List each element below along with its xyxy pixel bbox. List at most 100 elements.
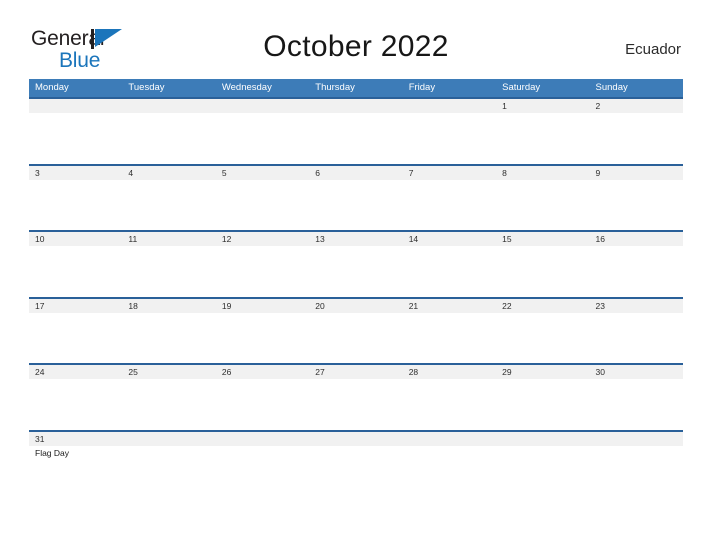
- day-number[interactable]: [216, 432, 309, 446]
- day-number[interactable]: [403, 99, 496, 113]
- day-cell[interactable]: [309, 180, 402, 230]
- day-cell[interactable]: [122, 379, 215, 429]
- day-cell[interactable]: [403, 446, 496, 496]
- day-number[interactable]: 9: [590, 166, 683, 180]
- day-number[interactable]: 31: [29, 432, 122, 446]
- day-cell[interactable]: [29, 180, 122, 230]
- day-cell[interactable]: [122, 180, 215, 230]
- day-of-week-header-row: Monday Tuesday Wednesday Thursday Friday…: [29, 79, 683, 97]
- week-date-strip: 1 2: [29, 99, 683, 113]
- day-cell[interactable]: [496, 246, 589, 296]
- day-cell[interactable]: [29, 246, 122, 296]
- day-number[interactable]: [309, 432, 402, 446]
- day-cell[interactable]: [590, 313, 683, 363]
- day-number[interactable]: 4: [122, 166, 215, 180]
- day-number[interactable]: 1: [496, 99, 589, 113]
- day-cell[interactable]: [29, 379, 122, 429]
- day-number[interactable]: [122, 432, 215, 446]
- day-number[interactable]: [29, 99, 122, 113]
- day-cell[interactable]: [496, 180, 589, 230]
- day-number[interactable]: 25: [122, 365, 215, 379]
- day-cell[interactable]: [122, 246, 215, 296]
- day-cell[interactable]: [590, 379, 683, 429]
- day-number[interactable]: 5: [216, 166, 309, 180]
- day-cell[interactable]: [29, 113, 122, 163]
- week-event-row: [29, 113, 683, 163]
- day-cell[interactable]: [216, 246, 309, 296]
- day-cell[interactable]: [403, 180, 496, 230]
- day-header-monday: Monday: [35, 82, 69, 93]
- week-date-strip: 17 18 19 20 21 22 23: [29, 298, 683, 313]
- day-cell[interactable]: [403, 313, 496, 363]
- day-number[interactable]: 11: [122, 232, 215, 246]
- day-number[interactable]: 10: [29, 232, 122, 246]
- day-cell[interactable]: [216, 180, 309, 230]
- calendar-week-row: 24 25 26 27 28 29 30: [29, 363, 683, 430]
- day-cell[interactable]: [403, 113, 496, 163]
- day-number[interactable]: 14: [403, 232, 496, 246]
- day-cell[interactable]: [309, 113, 402, 163]
- day-number[interactable]: 27: [309, 365, 402, 379]
- day-number[interactable]: 28: [403, 365, 496, 379]
- calendar-grid: Monday Tuesday Wednesday Thursday Friday…: [29, 79, 683, 496]
- day-number[interactable]: 22: [496, 299, 589, 313]
- day-cell[interactable]: [122, 113, 215, 163]
- week-event-row: [29, 246, 683, 296]
- day-number[interactable]: 24: [29, 365, 122, 379]
- day-number[interactable]: 3: [29, 166, 122, 180]
- day-cell[interactable]: [496, 446, 589, 496]
- week-event-row: [29, 379, 683, 429]
- day-cell[interactable]: [496, 313, 589, 363]
- day-number[interactable]: [216, 99, 309, 113]
- day-cell[interactable]: [216, 446, 309, 496]
- day-number[interactable]: 19: [216, 299, 309, 313]
- day-number[interactable]: 13: [309, 232, 402, 246]
- day-cell[interactable]: [122, 446, 215, 496]
- day-number[interactable]: 20: [309, 299, 402, 313]
- day-cell[interactable]: [216, 313, 309, 363]
- calendar-week-row: 31 Flag Day: [29, 429, 683, 496]
- day-cell[interactable]: [309, 379, 402, 429]
- day-number[interactable]: 23: [590, 299, 683, 313]
- day-cell[interactable]: Flag Day: [29, 446, 122, 496]
- day-cell[interactable]: [403, 246, 496, 296]
- day-cell[interactable]: [496, 379, 589, 429]
- day-number[interactable]: 8: [496, 166, 589, 180]
- event-label: Flag Day: [35, 447, 70, 458]
- day-cell[interactable]: [496, 113, 589, 163]
- day-number[interactable]: 18: [122, 299, 215, 313]
- day-number[interactable]: [309, 99, 402, 113]
- day-cell[interactable]: [122, 313, 215, 363]
- day-cell[interactable]: [216, 113, 309, 163]
- day-number[interactable]: 16: [590, 232, 683, 246]
- day-cell[interactable]: [590, 113, 683, 163]
- day-number[interactable]: 12: [216, 232, 309, 246]
- day-number[interactable]: 7: [403, 166, 496, 180]
- day-cell[interactable]: [590, 446, 683, 496]
- day-cell[interactable]: [29, 313, 122, 363]
- day-header-sunday: Sunday: [595, 82, 628, 93]
- day-cell[interactable]: [309, 313, 402, 363]
- day-number[interactable]: [496, 432, 589, 446]
- week-date-strip: 31: [29, 431, 683, 446]
- day-number[interactable]: [403, 432, 496, 446]
- day-cell[interactable]: [590, 180, 683, 230]
- day-number[interactable]: [590, 432, 683, 446]
- day-number[interactable]: 30: [590, 365, 683, 379]
- day-header-thursday: Thursday: [315, 82, 355, 93]
- day-header-friday: Friday: [408, 82, 436, 93]
- week-date-strip: 3 4 5 6 7 8 9: [29, 165, 683, 180]
- day-number[interactable]: 6: [309, 166, 402, 180]
- day-number[interactable]: 26: [216, 365, 309, 379]
- day-cell[interactable]: [216, 379, 309, 429]
- day-cell[interactable]: [403, 379, 496, 429]
- day-cell[interactable]: [309, 246, 402, 296]
- day-number[interactable]: 29: [496, 365, 589, 379]
- day-number[interactable]: 21: [403, 299, 496, 313]
- day-number[interactable]: 17: [29, 299, 122, 313]
- day-number[interactable]: 15: [496, 232, 589, 246]
- day-cell[interactable]: [590, 246, 683, 296]
- day-number[interactable]: [122, 99, 215, 113]
- day-cell[interactable]: [309, 446, 402, 496]
- day-number[interactable]: 2: [590, 99, 683, 113]
